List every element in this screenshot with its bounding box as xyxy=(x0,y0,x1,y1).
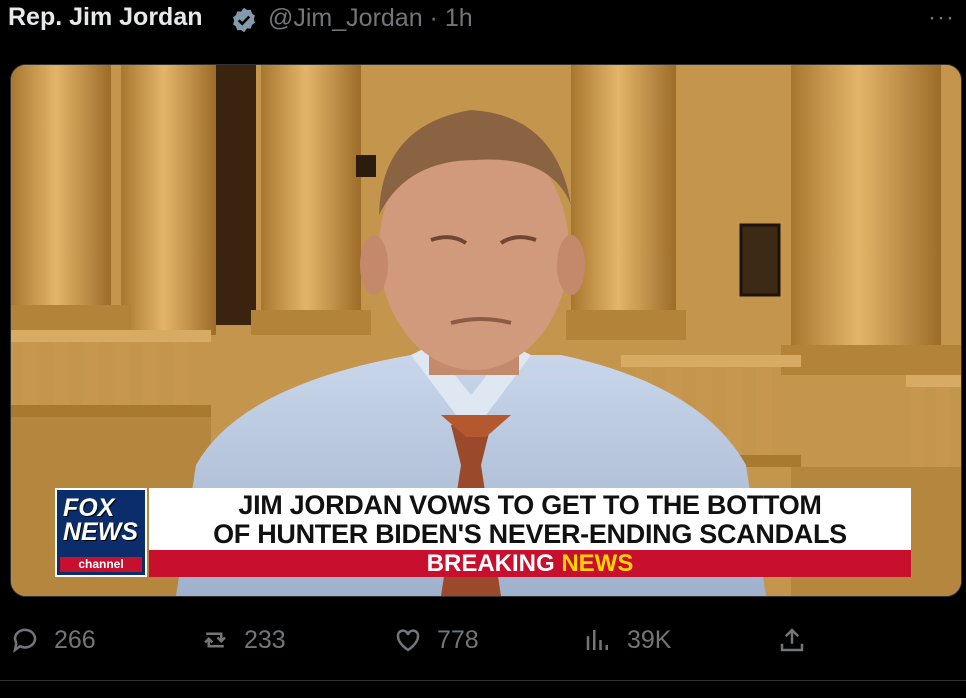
repost-count: 233 xyxy=(244,625,286,654)
divider xyxy=(0,680,966,681)
author-handle-time[interactable]: @Jim_Jordan · 1h xyxy=(268,4,473,33)
like-icon xyxy=(396,629,420,652)
views-button[interactable]: 39K xyxy=(583,610,671,670)
views-icon xyxy=(586,630,608,650)
reply-count: 266 xyxy=(54,625,96,654)
breaking-news-banner: BREAKING NEWS xyxy=(149,550,911,577)
more-options-button[interactable]: ··· xyxy=(928,4,955,32)
tweet-action-bar: 266 233 778 39K xyxy=(0,610,966,670)
reply-button[interactable]: 266 xyxy=(10,610,96,670)
breaking-word: BREAKING xyxy=(426,550,555,577)
share-button[interactable] xyxy=(777,610,807,670)
logo-line3: channel xyxy=(60,557,142,572)
like-count: 778 xyxy=(437,625,479,654)
views-count: 39K xyxy=(627,625,672,654)
author-name[interactable]: Rep. Jim Jordan xyxy=(8,3,203,32)
repost-icon xyxy=(204,632,226,648)
headline-line2: OF HUNTER BIDEN'S NEVER-ENDING SCANDALS xyxy=(213,519,847,549)
share-icon xyxy=(780,628,804,652)
verified-badge-icon xyxy=(233,7,255,33)
lower-third-banner: FOX NEWS channel JIM JORDAN VOWS TO GET … xyxy=(55,488,911,577)
reply-icon xyxy=(13,628,37,653)
headline-line1: JIM JORDAN VOWS TO GET TO THE BOTTOM xyxy=(238,490,822,520)
logo-line2: NEWS xyxy=(63,518,138,546)
news-word: NEWS xyxy=(561,550,634,577)
tweet-video[interactable]: FOX NEWS channel JIM JORDAN VOWS TO GET … xyxy=(10,64,962,597)
fox-news-logo: FOX NEWS channel xyxy=(55,488,147,577)
like-button[interactable]: 778 xyxy=(393,610,479,670)
headline-box: JIM JORDAN VOWS TO GET TO THE BOTTOM OF … xyxy=(149,488,911,550)
tweet-header: Rep. Jim Jordan @Jim_Jordan · 1h ··· xyxy=(0,0,966,40)
repost-button[interactable]: 233 xyxy=(200,610,286,670)
